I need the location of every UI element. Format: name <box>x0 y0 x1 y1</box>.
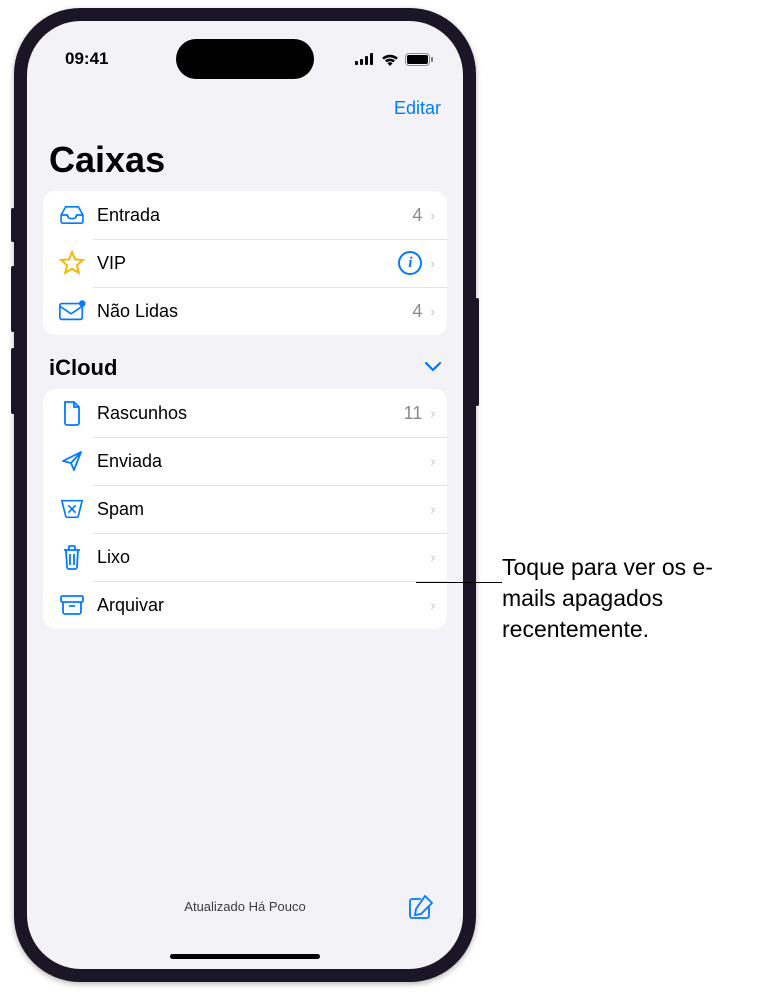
section-header-icloud[interactable]: iCloud <box>43 335 447 389</box>
status-time: 09:41 <box>65 49 108 69</box>
info-icon[interactable]: i <box>398 251 422 275</box>
mailbox-row-vip[interactable]: VIP i › <box>43 239 447 287</box>
dynamic-island <box>176 39 314 79</box>
screen: 09:41 Editar Caixas Entrada 4 <box>27 21 463 969</box>
side-button-vol-down <box>11 348 17 414</box>
top-mailboxes-group: Entrada 4 › VIP i › <box>43 191 447 335</box>
sync-status: Atualizado Há Pouco <box>184 899 305 914</box>
chevron-right-icon: › <box>430 405 435 421</box>
side-button-vol-up <box>11 266 17 332</box>
row-trailing: i › <box>398 251 435 275</box>
star-icon <box>57 250 87 276</box>
compose-icon <box>407 893 435 921</box>
chevron-down-icon <box>425 359 441 377</box>
chevron-right-icon: › <box>430 501 435 517</box>
status-icons <box>355 53 433 66</box>
chevron-right-icon: › <box>430 207 435 223</box>
inbox-icon <box>57 205 87 225</box>
row-trailing: › <box>430 549 435 565</box>
content: Caixas Entrada 4 › VIP <box>27 139 463 969</box>
home-indicator <box>170 954 320 959</box>
row-trailing: › <box>430 453 435 469</box>
chevron-right-icon: › <box>430 255 435 271</box>
battery-icon <box>405 53 433 66</box>
cellular-icon <box>355 53 375 65</box>
chevron-right-icon: › <box>430 597 435 613</box>
row-trailing: 4 › <box>412 205 435 226</box>
row-trailing: › <box>430 501 435 517</box>
mailbox-label: Entrada <box>97 205 412 226</box>
row-trailing: 4 › <box>412 301 435 322</box>
document-icon <box>57 400 87 426</box>
compose-button[interactable] <box>407 893 435 926</box>
nav-bar: Editar <box>27 83 463 133</box>
row-trailing: › <box>430 597 435 613</box>
mailbox-row-drafts[interactable]: Rascunhos 11 › <box>43 389 447 437</box>
wifi-icon <box>381 53 399 66</box>
mailbox-label: Rascunhos <box>97 403 404 424</box>
mailbox-label: Não Lidas <box>97 301 412 322</box>
trash-icon <box>57 544 87 570</box>
chevron-right-icon: › <box>430 303 435 319</box>
mailbox-row-inbox[interactable]: Entrada 4 › <box>43 191 447 239</box>
chevron-right-icon: › <box>430 549 435 565</box>
side-button-silent <box>11 208 17 242</box>
mailbox-label: Arquivar <box>97 595 430 616</box>
edit-button[interactable]: Editar <box>394 98 441 119</box>
mailbox-label: Lixo <box>97 547 430 568</box>
mailbox-row-sent[interactable]: Enviada › <box>43 437 447 485</box>
mailbox-label: VIP <box>97 253 398 274</box>
spam-icon <box>57 498 87 520</box>
chevron-right-icon: › <box>430 453 435 469</box>
mailbox-row-trash[interactable]: Lixo › <box>43 533 447 581</box>
callout-text: Toque para ver os e-mails apagados recen… <box>502 552 762 645</box>
row-trailing: 11 › <box>404 403 435 424</box>
archive-icon <box>57 594 87 616</box>
mailbox-row-archive[interactable]: Arquivar › <box>43 581 447 629</box>
mailbox-row-unread[interactable]: Não Lidas 4 › <box>43 287 447 335</box>
mailbox-label: Spam <box>97 499 430 520</box>
icloud-mailboxes-group: Rascunhos 11 › Enviada › <box>43 389 447 629</box>
side-button-power <box>473 298 479 406</box>
callout-line <box>416 582 502 583</box>
page-title: Caixas <box>43 139 447 181</box>
mailbox-label: Enviada <box>97 451 430 472</box>
mailbox-row-spam[interactable]: Spam › <box>43 485 447 533</box>
unread-icon <box>57 300 87 322</box>
phone-frame: 09:41 Editar Caixas Entrada 4 <box>14 8 476 982</box>
count-badge: 4 <box>412 205 422 226</box>
section-title: iCloud <box>49 355 117 381</box>
paperplane-icon <box>57 449 87 473</box>
count-badge: 4 <box>412 301 422 322</box>
count-badge: 11 <box>404 403 423 424</box>
